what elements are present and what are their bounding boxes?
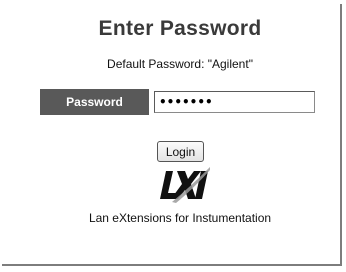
password-field[interactable] <box>154 91 315 113</box>
login-button[interactable]: Login <box>157 141 204 162</box>
footer-text: Lan eXtensions for Instumentation <box>88 211 272 225</box>
page-title: Enter Password <box>98 17 262 40</box>
password-label: Password <box>40 89 149 115</box>
login-panel <box>2 4 342 266</box>
lxi-logo-icon <box>160 167 210 203</box>
default-password-note: Default Password: "Agilent" <box>107 57 253 71</box>
